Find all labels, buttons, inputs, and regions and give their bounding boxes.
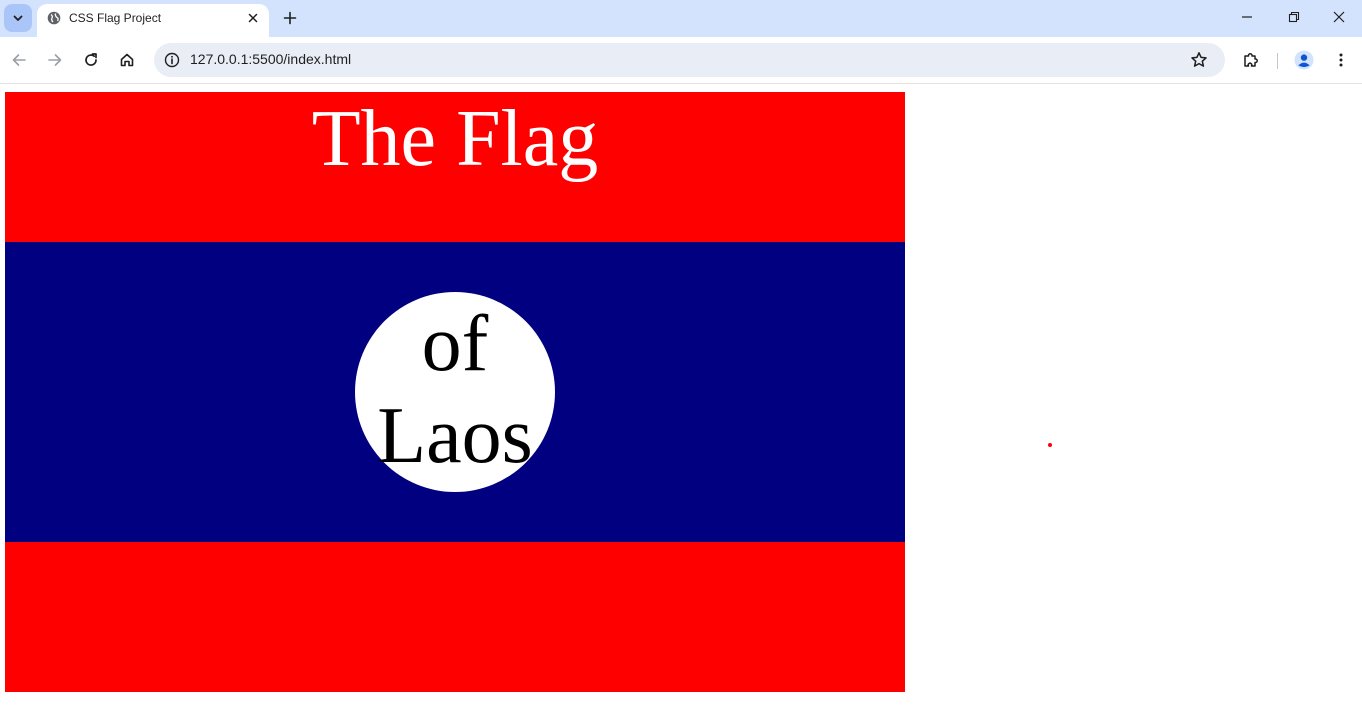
toolbar-divider <box>1277 53 1278 69</box>
flag: The Flag of Laos <box>5 92 905 692</box>
restore-button[interactable] <box>1271 0 1317 34</box>
avatar-icon <box>1294 50 1314 70</box>
chevron-down-icon <box>13 15 23 21</box>
close-window-button[interactable] <box>1316 0 1362 34</box>
reload-icon <box>85 53 97 66</box>
home-icon <box>120 53 134 67</box>
flag-circle-text: of Laos <box>377 300 533 480</box>
browser-toolbar: 127.0.0.1:5500/index.html <box>0 37 1362 84</box>
home-button[interactable] <box>112 45 142 75</box>
puzzle-piece-icon <box>1244 53 1258 67</box>
site-info-icon[interactable] <box>161 49 183 71</box>
more-vertical-icon <box>1339 53 1343 67</box>
profile-button[interactable] <box>1289 45 1319 75</box>
red-dot <box>1048 443 1052 447</box>
reload-button[interactable] <box>76 45 106 75</box>
new-tab-button[interactable] <box>278 6 302 30</box>
tab-search-button[interactable] <box>4 4 32 32</box>
minimize-button[interactable] <box>1224 0 1270 34</box>
address-bar[interactable]: 127.0.0.1:5500/index.html <box>154 43 1225 77</box>
tab-title: CSS Flag Project <box>69 11 162 25</box>
bookmark-star-icon[interactable] <box>1187 48 1211 72</box>
page-title: The Flag <box>311 95 599 183</box>
menu-button[interactable] <box>1326 45 1356 75</box>
tab-strip: CSS Flag Project <box>0 0 1362 37</box>
globe-icon <box>46 10 62 26</box>
arrow-left-icon <box>12 54 26 66</box>
flag-white-circle: of Laos <box>355 292 555 492</box>
page-viewport: The Flag of Laos <box>0 84 1362 726</box>
minimize-icon <box>1242 16 1252 18</box>
close-icon <box>1333 11 1345 23</box>
restore-icon <box>1288 11 1300 23</box>
back-button[interactable] <box>4 45 34 75</box>
tab-active[interactable]: CSS Flag Project <box>37 4 269 37</box>
plus-icon <box>283 11 297 25</box>
tab-close-icon[interactable] <box>243 8 263 28</box>
arrow-right-icon <box>48 54 62 66</box>
extensions-button[interactable] <box>1236 45 1266 75</box>
address-url[interactable]: 127.0.0.1:5500/index.html <box>190 51 351 67</box>
forward-button[interactable] <box>40 45 70 75</box>
